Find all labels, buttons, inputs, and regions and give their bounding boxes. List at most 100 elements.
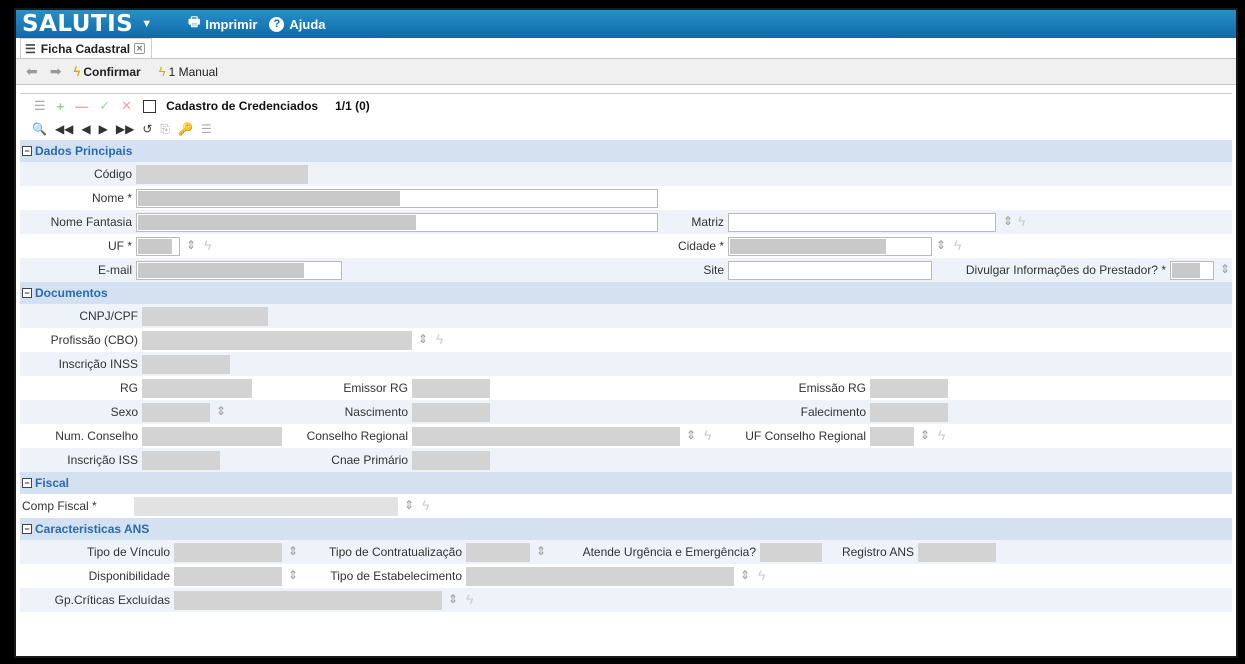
field-conselho-regional[interactable] — [412, 427, 680, 446]
tab-close-icon[interactable]: ✕ — [134, 43, 146, 54]
field-gp-criticas[interactable] — [174, 591, 442, 610]
help-label: Ajuda — [289, 16, 326, 32]
add-icon[interactable]: + — [57, 99, 65, 114]
row-disponibilidade: Disponibilidade ⇕ Tipo de Estabeleciment… — [20, 564, 1232, 588]
help-button[interactable]: ? Ajuda — [269, 16, 326, 32]
field-disponibilidade[interactable] — [174, 567, 282, 586]
key-icon[interactable]: 🔑 — [178, 122, 193, 136]
field-inss[interactable] — [142, 355, 230, 374]
label-comp-fiscal: Comp Fiscal * — [22, 499, 97, 513]
section-documentos[interactable]: − Documentos — [20, 282, 1232, 304]
field-cnpj[interactable] — [142, 307, 268, 326]
brand-menu-caret-icon[interactable]: ▼ — [141, 18, 152, 30]
spinner-icon[interactable]: ⇕ — [216, 404, 226, 418]
field-nascimento[interactable] — [412, 403, 490, 422]
field-cnae[interactable] — [412, 451, 490, 470]
spinner-icon[interactable]: ⇕ — [1003, 214, 1013, 228]
label-registro-ans: Registro ANS — [841, 545, 914, 559]
lookup-bolt-icon[interactable]: ϟ — [758, 567, 765, 583]
lookup-bolt-icon[interactable]: ϟ — [204, 237, 211, 253]
collapse-icon: − — [22, 524, 32, 534]
label-tipo-estabelecimento: Tipo de Estabelecimento — [330, 569, 462, 583]
spinner-icon[interactable]: ⇕ — [288, 568, 298, 582]
spinner-icon[interactable]: ⇕ — [920, 428, 930, 442]
spinner-icon[interactable]: ⇕ — [418, 332, 428, 346]
save-check-icon[interactable]: ✓ — [99, 98, 110, 114]
spinner-icon[interactable]: ⇕ — [404, 498, 414, 512]
next-record-icon[interactable]: ▶ — [99, 122, 108, 136]
cancel-x-icon[interactable]: ✕ — [121, 98, 132, 114]
lookup-bolt-icon[interactable]: ϟ — [1018, 213, 1025, 229]
field-profissao[interactable] — [142, 331, 412, 350]
spinner-icon[interactable]: ⇕ — [536, 544, 546, 558]
field-divulgar[interactable] — [1170, 261, 1214, 280]
brand-logo[interactable]: SALUTIS — [22, 11, 133, 37]
field-matriz[interactable] — [728, 213, 996, 232]
field-cidade[interactable] — [728, 237, 932, 256]
spinner-icon[interactable]: ⇕ — [686, 428, 696, 442]
lookup-bolt-icon[interactable]: ϟ — [954, 237, 961, 253]
field-registro-ans[interactable] — [918, 543, 996, 562]
first-record-icon[interactable]: ◀◀ — [55, 122, 73, 136]
field-codigo[interactable] — [136, 165, 308, 184]
field-sexo[interactable] — [142, 403, 210, 422]
field-nome[interactable] — [136, 189, 658, 208]
tab-ficha-cadastral[interactable]: ☰ Ficha Cadastral ✕ — [20, 38, 153, 58]
last-record-icon[interactable]: ▶▶ — [116, 122, 134, 136]
print-button[interactable]: 🖶 Imprimir — [188, 13, 257, 35]
lookup-bolt-icon[interactable]: ϟ — [938, 427, 945, 443]
field-nome-fantasia[interactable] — [136, 213, 658, 232]
lookup-bolt-icon[interactable]: ϟ — [422, 497, 429, 513]
help-icon: ? — [269, 16, 285, 32]
spinner-icon[interactable]: ⇕ — [448, 592, 458, 606]
field-uf[interactable] — [136, 237, 180, 256]
spinner-icon[interactable]: ⇕ — [936, 238, 946, 252]
label-codigo: Código — [93, 167, 132, 181]
field-tipo-contratualizacao[interactable] — [466, 543, 530, 562]
prev-record-icon[interactable]: ◀ — [81, 122, 90, 136]
export-icon[interactable]: ⎘ — [160, 122, 170, 137]
section-caracteristicas-ans[interactable]: − Caracteristicas ANS — [20, 518, 1232, 540]
spinner-icon[interactable]: ⇕ — [740, 568, 750, 582]
collapse-icon: − — [22, 146, 32, 156]
field-inscricao-iss[interactable] — [142, 451, 220, 470]
list-view-icon[interactable]: ☰ — [34, 98, 46, 114]
remove-icon[interactable]: — — [75, 99, 88, 114]
field-emissao-rg[interactable] — [870, 379, 948, 398]
manual-button[interactable]: ϟ 1 Manual — [159, 64, 218, 79]
spinner-icon[interactable]: ⇕ — [1220, 262, 1230, 276]
lookup-bolt-icon[interactable]: ϟ — [436, 331, 443, 347]
confirm-button[interactable]: ϟ Confirmar — [73, 64, 140, 79]
field-urgencia[interactable] — [760, 543, 822, 562]
back-arrow-icon[interactable]: ⬅ — [26, 63, 38, 80]
section-fiscal[interactable]: − Fiscal — [20, 472, 1232, 494]
record-counter: 1/1 (0) — [335, 99, 370, 113]
field-tipo-estabelecimento[interactable] — [466, 567, 734, 586]
search-icon[interactable]: 🔍 — [32, 122, 47, 136]
bolt-icon: ϟ — [158, 64, 166, 79]
section-dados-principais[interactable]: − Dados Principais — [20, 140, 1232, 162]
spinner-icon[interactable]: ⇕ — [186, 238, 196, 252]
field-site[interactable] — [728, 261, 932, 280]
field-uf-conselho[interactable] — [870, 427, 914, 446]
field-rg[interactable] — [142, 379, 252, 398]
field-comp-fiscal[interactable] — [134, 497, 398, 516]
report-icon[interactable]: ☰ — [201, 122, 212, 136]
field-tipo-vinculo[interactable] — [174, 543, 282, 562]
field-email[interactable] — [136, 261, 342, 280]
confirm-label: Confirmar — [83, 64, 141, 79]
lookup-bolt-icon[interactable]: ϟ — [704, 427, 711, 443]
lookup-bolt-icon[interactable]: ϟ — [466, 591, 473, 607]
refresh-icon[interactable]: ↺ — [142, 122, 152, 136]
row-iss: Inscrição ISS Cnae Primário — [20, 448, 1232, 472]
form-view-icon[interactable] — [143, 99, 157, 113]
forward-arrow-icon[interactable]: ➡ — [50, 63, 62, 80]
field-num-conselho[interactable] — [142, 427, 282, 446]
label-gp-criticas: Gp.Críticas Excluídas — [54, 593, 170, 607]
label-disponibilidade: Disponibilidade — [88, 569, 170, 583]
label-tipo-vinculo: Tipo de Vínculo — [87, 545, 170, 559]
field-falecimento[interactable] — [870, 403, 948, 422]
field-emissor-rg[interactable] — [412, 379, 490, 398]
label-urgencia: Atende Urgência e Emergência? — [582, 545, 756, 559]
spinner-icon[interactable]: ⇕ — [288, 544, 298, 558]
